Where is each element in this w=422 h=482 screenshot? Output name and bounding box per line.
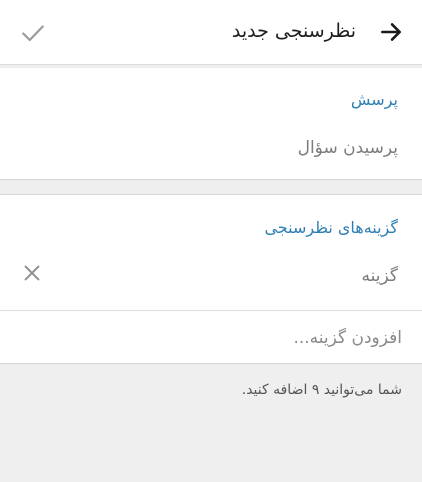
close-icon[interactable] — [21, 262, 43, 284]
question-input[interactable]: پرسیدن سؤال — [298, 138, 398, 158]
page-title: نظرسنجی جدید — [231, 20, 356, 42]
check-icon[interactable] — [20, 20, 46, 46]
question-section-title: پرسش — [350, 90, 398, 109]
options-card: گزینه‌های نظرسنجی گزینه افزودن گزینه... — [0, 194, 422, 364]
option-input[interactable]: گزینه — [362, 266, 398, 286]
app-header: نظرسنجی جدید — [0, 0, 422, 65]
arrow-right-icon[interactable] — [378, 19, 404, 45]
option-divider — [0, 310, 422, 311]
question-card: پرسش پرسیدن سؤال — [0, 68, 422, 180]
add-option-button[interactable]: افزودن گزینه... — [293, 328, 402, 348]
options-limit-hint: شما می‌توانید ۹ اضافه کنید. — [241, 382, 402, 398]
options-section-title: گزینه‌های نظرسنجی — [264, 218, 398, 237]
